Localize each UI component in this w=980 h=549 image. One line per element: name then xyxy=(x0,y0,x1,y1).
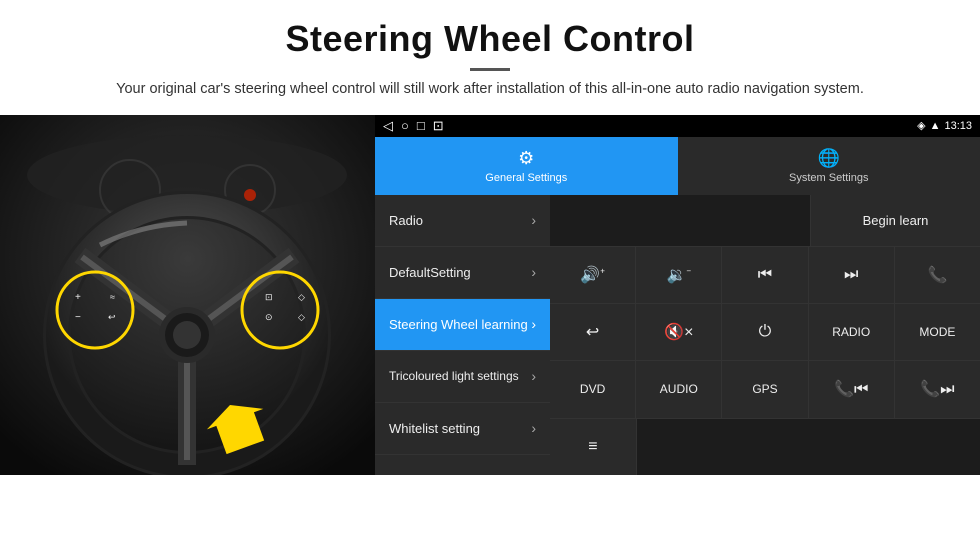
menu-item-radio[interactable]: Radio › xyxy=(375,195,550,247)
menu-item-default[interactable]: DefaultSetting › xyxy=(375,247,550,299)
power-icon: ⏻ xyxy=(759,323,772,341)
prev-track-button[interactable]: ⏮ xyxy=(722,247,808,303)
page-subtitle: Your original car's steering wheel contr… xyxy=(60,79,920,101)
main-content: + ≈ − ↩ ⊡ ◇ ⊙ ◇ ◁ ○ □ ⊡ xyxy=(0,115,980,475)
svg-text:+: + xyxy=(75,292,81,303)
menu-default-label: DefaultSetting xyxy=(389,265,471,280)
hang-up-icon: ↩ xyxy=(586,322,599,342)
prev-track-icon: ⏮ xyxy=(758,266,772,284)
control-row-2: ↩ 🔇× ⏻ RADIO MODE xyxy=(550,304,980,361)
svg-text:⊙: ⊙ xyxy=(265,312,273,322)
steering-wheel-image: + ≈ − ↩ ⊡ ◇ ⊙ ◇ xyxy=(0,115,375,475)
vol-down-icon: 🔉− xyxy=(667,265,692,285)
empty-btn-1 xyxy=(637,419,723,475)
radio-btn-button[interactable]: RADIO xyxy=(809,304,895,360)
mode-label: MODE xyxy=(919,325,955,339)
audio-button[interactable]: AUDIO xyxy=(636,361,722,417)
empty-space xyxy=(550,195,810,246)
tab-system-label: System Settings xyxy=(789,172,868,184)
empty-btn-2 xyxy=(723,419,809,475)
next-track-icon: ⏭ xyxy=(844,266,858,284)
next-phone-icon: 📞⏭ xyxy=(920,379,954,399)
menu-steering-label: Steering Wheel learning xyxy=(389,317,528,332)
system-settings-icon: 🌐 xyxy=(818,148,840,169)
phone-button[interactable]: 📞 xyxy=(895,247,980,303)
menu-whitelist-label: Whitelist setting xyxy=(389,421,480,436)
ui-panel: ◁ ○ □ ⊡ ◈ ▲ 13:13 ⚙ General Settings 🌐 S… xyxy=(375,115,980,475)
status-bar: ◁ ○ □ ⊡ ◈ ▲ 13:13 xyxy=(375,115,980,137)
mute-button[interactable]: 🔇× xyxy=(636,304,722,360)
time-display: 13:13 xyxy=(944,120,972,132)
gps-button[interactable]: GPS xyxy=(722,361,808,417)
screenshot-icon[interactable]: ⊡ xyxy=(433,118,444,134)
chevron-icon: › xyxy=(531,368,536,384)
menu-radio-label: Radio xyxy=(389,213,423,228)
audio-label: AUDIO xyxy=(660,382,698,396)
tab-general-label: General Settings xyxy=(485,172,567,184)
next-track-button[interactable]: ⏭ xyxy=(809,247,895,303)
empty-btn-3 xyxy=(808,419,894,475)
vol-up-icon: 🔊+ xyxy=(580,265,605,285)
menu-item-steering[interactable]: Steering Wheel learning › xyxy=(375,299,550,351)
svg-text:◇: ◇ xyxy=(298,312,305,322)
signal-icon: ▲ xyxy=(930,120,941,132)
radio-btn-label: RADIO xyxy=(832,325,870,339)
recents-icon[interactable]: □ xyxy=(417,118,425,133)
mode-button[interactable]: MODE xyxy=(895,304,980,360)
next-phone-button[interactable]: 📞⏭ xyxy=(895,361,980,417)
power-button[interactable]: ⏻ xyxy=(722,304,808,360)
top-action-row: Begin learn xyxy=(550,195,980,247)
vol-up-button[interactable]: 🔊+ xyxy=(550,247,636,303)
control-row-3: DVD AUDIO GPS 📞⏮ 📞⏭ xyxy=(550,361,980,418)
general-settings-icon: ⚙ xyxy=(518,148,534,169)
menu-tricoloured-label: Tricoloured light settings xyxy=(389,369,519,383)
tab-bar: ⚙ General Settings 🌐 System Settings xyxy=(375,137,980,195)
page-header: Steering Wheel Control Your original car… xyxy=(0,0,980,111)
equalizer-icon: ≡ xyxy=(588,438,597,456)
phone-icon: 📞 xyxy=(927,265,947,285)
chevron-icon: › xyxy=(531,264,536,280)
equalizer-button[interactable]: ≡ xyxy=(550,419,637,475)
status-indicators: ◈ ▲ 13:13 xyxy=(917,119,972,132)
tab-general[interactable]: ⚙ General Settings xyxy=(375,137,678,195)
chevron-icon: › xyxy=(531,212,536,228)
svg-text:↩: ↩ xyxy=(108,312,116,322)
control-row-4: ≡ xyxy=(550,419,980,475)
left-menu: Radio › DefaultSetting › Steering Wheel … xyxy=(375,195,550,475)
gps-status-icon: ◈ xyxy=(917,119,925,132)
control-row-1: 🔊+ 🔉− ⏮ ⏭ 📞 xyxy=(550,247,980,304)
svg-text:⊡: ⊡ xyxy=(265,292,273,302)
begin-learn-label: Begin learn xyxy=(863,213,929,228)
right-controls: Begin learn 🔊+ 🔉− ⏮ ⏭ xyxy=(550,195,980,475)
home-icon[interactable]: ○ xyxy=(401,118,409,133)
chevron-icon: › xyxy=(531,316,536,332)
empty-btn-4 xyxy=(894,419,980,475)
svg-text:◇: ◇ xyxy=(298,292,305,302)
begin-learn-button[interactable]: Begin learn xyxy=(810,195,980,246)
mute-icon: 🔇× xyxy=(664,322,693,342)
back-icon[interactable]: ◁ xyxy=(383,118,393,134)
prev-phone-icon: 📞⏮ xyxy=(834,379,868,399)
hang-up-button[interactable]: ↩ xyxy=(550,304,636,360)
menu-item-tricoloured[interactable]: Tricoloured light settings › xyxy=(375,351,550,403)
gps-label: GPS xyxy=(752,382,777,396)
dvd-button[interactable]: DVD xyxy=(550,361,636,417)
dvd-label: DVD xyxy=(580,382,605,396)
prev-phone-button[interactable]: 📞⏮ xyxy=(809,361,895,417)
title-divider xyxy=(470,68,510,71)
svg-text:≈: ≈ xyxy=(110,292,115,302)
svg-text:−: − xyxy=(75,312,81,323)
menu-controls-area: Radio › DefaultSetting › Steering Wheel … xyxy=(375,195,980,475)
tab-system[interactable]: 🌐 System Settings xyxy=(678,137,980,195)
page-title: Steering Wheel Control xyxy=(60,18,920,60)
menu-item-whitelist[interactable]: Whitelist setting › xyxy=(375,403,550,455)
chevron-icon: › xyxy=(531,420,536,436)
vol-down-button[interactable]: 🔉− xyxy=(636,247,722,303)
status-nav-icons: ◁ ○ □ ⊡ xyxy=(383,118,444,134)
